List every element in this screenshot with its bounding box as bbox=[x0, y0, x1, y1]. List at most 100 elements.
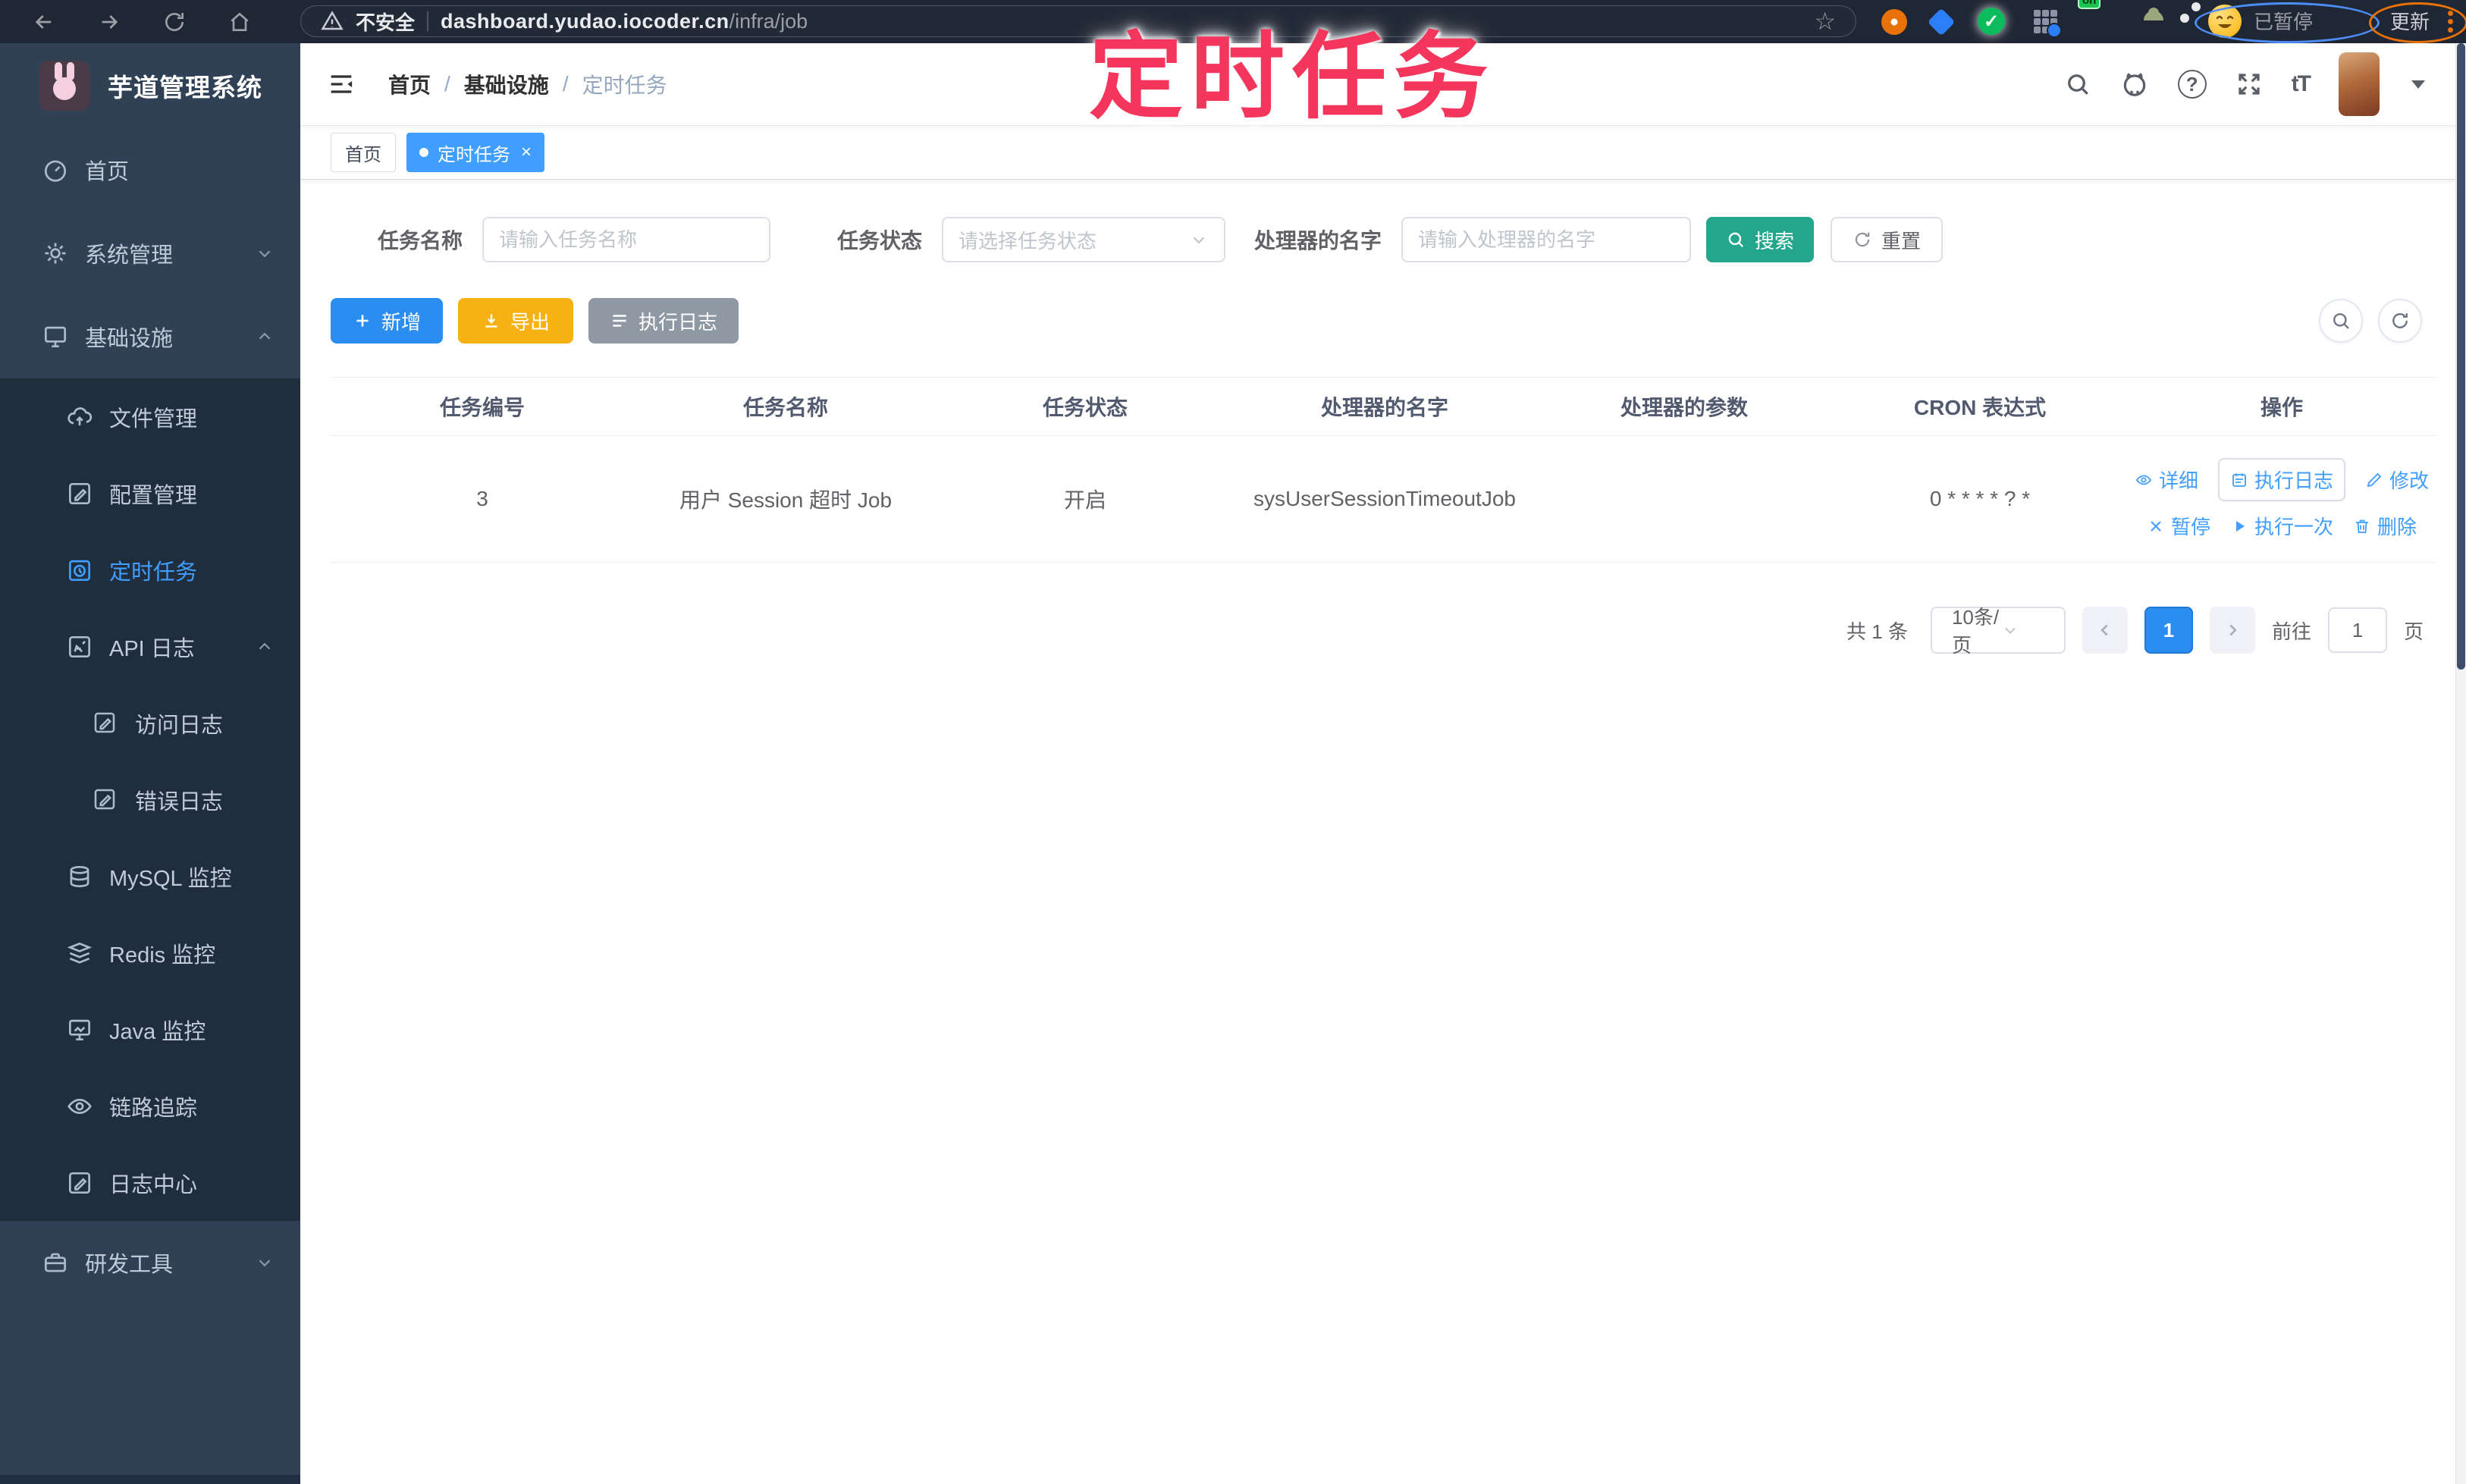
browser-back-icon[interactable] bbox=[32, 10, 56, 34]
search-button[interactable]: 搜索 bbox=[1706, 217, 1815, 262]
page-size-select[interactable]: 10条/页 bbox=[1930, 606, 2066, 657]
sidebar-item-java[interactable]: Java 监控 bbox=[0, 991, 300, 1068]
sidebar-item-infra[interactable]: 基础设施 bbox=[0, 295, 300, 378]
table-header-row: 任务编号 任务名称 任务状态 处理器的名字 处理器的参数 CRON 表达式 操作 bbox=[331, 378, 2436, 436]
tab-home[interactable]: 首页 bbox=[331, 133, 396, 172]
main-area: 首页 / 基础设施 / 定时任务 ? tT 首页 定时任务 × 任务名称 请输入… bbox=[300, 43, 2466, 1484]
chevron-down-icon bbox=[255, 1253, 275, 1272]
sidebar-item-job[interactable]: 定时任务 bbox=[0, 532, 300, 608]
export-button[interactable]: 导出 bbox=[458, 298, 573, 344]
browser-update-button[interactable]: 更新 bbox=[2390, 11, 2430, 33]
sidebar-item-error-log[interactable]: 错误日志 bbox=[0, 761, 300, 838]
app-logo[interactable]: 芋道管理系统 bbox=[0, 43, 300, 128]
cell-job-status: 开启 bbox=[1063, 488, 1106, 512]
profile-paused-label: 已暂停 bbox=[2254, 11, 2314, 33]
toggle-search-button[interactable] bbox=[2319, 299, 2363, 343]
layers-icon bbox=[65, 939, 94, 968]
font-size-icon[interactable]: tT bbox=[2292, 71, 2311, 97]
column-header: 任务编号 bbox=[439, 396, 525, 419]
next-page-button[interactable] bbox=[2209, 607, 2255, 654]
github-icon[interactable] bbox=[2120, 70, 2149, 99]
job-status-select[interactable]: 请选择任务状态 bbox=[942, 217, 1226, 262]
url-host: dashboard.yudao.iocoder.cn bbox=[441, 9, 729, 33]
page-content: 任务名称 任务状态 请选择任务状态 处理器的名字 搜索 重置 bbox=[300, 216, 2466, 657]
help-icon[interactable]: ? bbox=[2177, 70, 2207, 99]
extension-blue-icon[interactable] bbox=[1927, 8, 1956, 36]
sidebar-item-label: 配置管理 bbox=[109, 483, 198, 508]
sidebar-item-config[interactable]: 配置管理 bbox=[0, 455, 300, 532]
extensions-puzzle-icon[interactable] bbox=[2182, 8, 2188, 21]
sidebar-item-api-log[interactable]: API 日志 bbox=[0, 608, 300, 685]
user-avatar[interactable] bbox=[2339, 52, 2380, 116]
sidebar-item-trace[interactable]: 链路追踪 bbox=[0, 1068, 300, 1144]
refresh-button[interactable] bbox=[2378, 299, 2422, 343]
sidebar-item-system[interactable]: 系统管理 bbox=[0, 212, 300, 295]
page-number-1[interactable]: 1 bbox=[2144, 607, 2193, 654]
sidebar-item-access-log[interactable]: 访问日志 bbox=[0, 685, 300, 761]
sidebar-item-file[interactable]: 文件管理 bbox=[0, 378, 300, 455]
logo-image bbox=[39, 61, 89, 111]
extension-person-icon[interactable] bbox=[2140, 8, 2144, 21]
prev-page-button[interactable] bbox=[2082, 607, 2128, 654]
sidebar-item-label: 链路追踪 bbox=[109, 1096, 198, 1121]
column-header: 任务状态 bbox=[1042, 396, 1128, 419]
search-icon[interactable] bbox=[2064, 71, 2091, 98]
edit-link[interactable]: 修改 bbox=[2365, 466, 2429, 494]
goto-page-input[interactable] bbox=[2327, 607, 2387, 653]
sidebar-item-redis[interactable]: Redis 监控 bbox=[0, 915, 300, 991]
breadcrumb-home[interactable]: 首页 bbox=[388, 69, 431, 99]
handler-name-label: 处理器的名字 bbox=[1254, 229, 1382, 253]
page-unit-label: 页 bbox=[2403, 620, 2424, 643]
reset-button[interactable]: 重置 bbox=[1831, 217, 1944, 262]
sidebar-item-label: 研发工具 bbox=[85, 1253, 174, 1277]
sidebar-fold-icon[interactable] bbox=[326, 69, 356, 99]
not-secure-warning-icon bbox=[321, 10, 344, 33]
browser-reload-icon[interactable] bbox=[162, 10, 187, 34]
fullscreen-icon[interactable] bbox=[2235, 71, 2263, 98]
delete-link[interactable]: 删除 bbox=[2353, 512, 2417, 540]
job-name-input[interactable] bbox=[482, 217, 771, 262]
tab-label: 首页 bbox=[345, 144, 381, 165]
timer-icon bbox=[65, 556, 94, 585]
profile-avatar-emoji[interactable] bbox=[2208, 5, 2242, 38]
tab-job[interactable]: 定时任务 × bbox=[406, 133, 545, 172]
tab-close-icon[interactable]: × bbox=[521, 143, 532, 162]
extension-green-check-icon[interactable]: ✓ bbox=[1978, 8, 2005, 35]
table-row: 3 用户 Session 超时 Job 开启 sysUserSessionTim… bbox=[331, 436, 2436, 563]
cell-job-name: 用户 Session 超时 Job bbox=[679, 488, 893, 512]
extension-grid-icon[interactable] bbox=[2034, 10, 2062, 38]
avatar-caret-icon[interactable] bbox=[2411, 80, 2425, 89]
sidebar-item-label: Redis 监控 bbox=[109, 943, 216, 968]
address-bar[interactable]: 不安全 dashboard.yudao.iocoder.cn/infra/job… bbox=[300, 5, 1856, 37]
browser-menu-icon[interactable] bbox=[2448, 8, 2453, 36]
browser-forward-icon[interactable] bbox=[97, 10, 121, 34]
breadcrumb-infra[interactable]: 基础设施 bbox=[464, 69, 549, 99]
sidebar-bottom-strip bbox=[0, 1475, 300, 1484]
sidebar-item-home[interactable]: 首页 bbox=[0, 128, 300, 212]
page-scrollbar[interactable] bbox=[2455, 43, 2466, 1484]
sidebar-item-log-center[interactable]: 日志中心 bbox=[0, 1144, 300, 1221]
add-button[interactable]: 新增 bbox=[331, 298, 443, 344]
job-status-placeholder: 请选择任务状态 bbox=[958, 229, 1097, 253]
run-once-link[interactable]: 执行一次 bbox=[2230, 512, 2333, 540]
detail-link[interactable]: 详细 bbox=[2135, 466, 2198, 494]
execution-log-button[interactable]: 执行日志 bbox=[588, 298, 739, 344]
column-header: CRON 表达式 bbox=[1913, 396, 2047, 419]
scrollbar-thumb[interactable] bbox=[2457, 43, 2465, 670]
tab-active-dot bbox=[419, 148, 428, 157]
handler-name-input[interactable] bbox=[1401, 217, 1692, 262]
monitor-icon bbox=[65, 1015, 94, 1044]
job-log-link[interactable]: 执行日志 bbox=[2217, 458, 2345, 501]
bookmark-star-icon[interactable]: ☆ bbox=[1814, 9, 1836, 33]
sidebar-menu: 首页 系统管理 基础设施 文件管理 配置管理 定时任务 API 日志 访问日志 … bbox=[0, 128, 300, 1304]
cell-operations: 详细 执行日志 修改 暂停 执行一次 删除 bbox=[2128, 458, 2436, 540]
sidebar-item-devtools[interactable]: 研发工具 bbox=[0, 1221, 300, 1304]
sidebar-item-label: 访问日志 bbox=[135, 713, 224, 738]
toolbox-icon bbox=[41, 1248, 70, 1277]
extension-orange-icon[interactable] bbox=[1881, 8, 1908, 36]
browser-home-icon[interactable] bbox=[227, 10, 252, 34]
pause-link[interactable]: 暂停 bbox=[2147, 512, 2210, 540]
monitor-icon bbox=[41, 322, 70, 351]
job-status-label: 任务状态 bbox=[837, 229, 923, 253]
sidebar-item-mysql[interactable]: MySQL 监控 bbox=[0, 838, 300, 915]
